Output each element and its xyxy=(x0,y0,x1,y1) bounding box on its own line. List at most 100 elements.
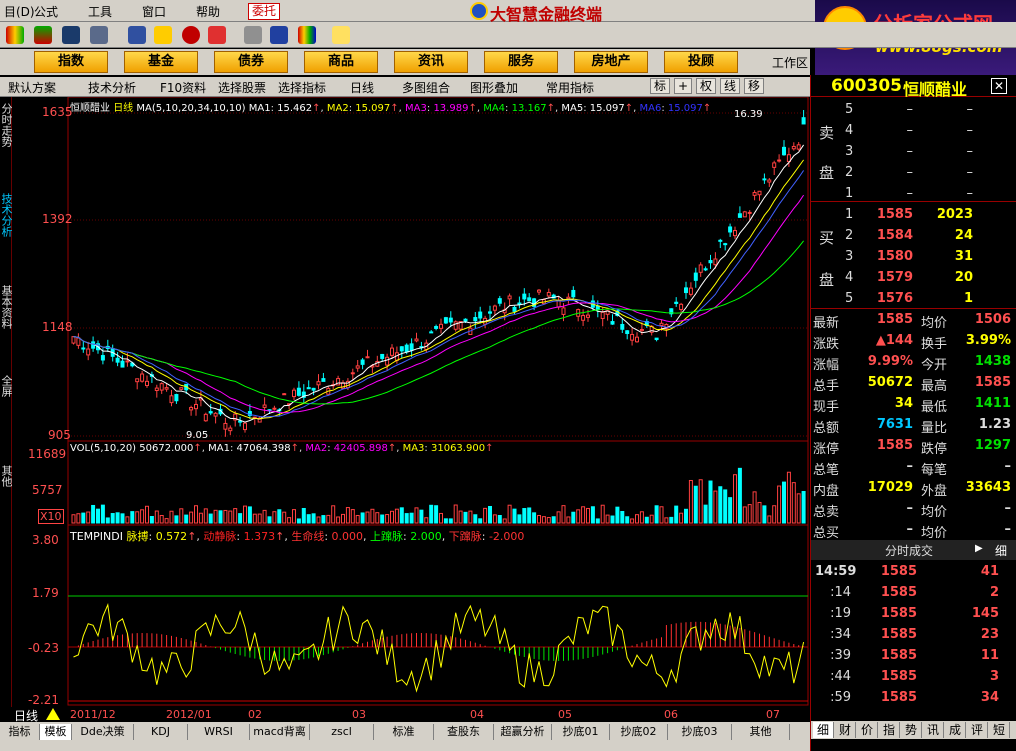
stat-label: 量比 xyxy=(921,421,948,436)
tab-macd[interactable]: macd背离 xyxy=(250,724,310,740)
toggle-move[interactable]: 移 xyxy=(744,78,765,94)
trade-row: :14 1585 2 xyxy=(811,583,1016,604)
volume-bar xyxy=(311,513,316,524)
func-common-indicator[interactable]: 常用指标 xyxy=(546,79,594,96)
work-area-label[interactable]: 工作区 xyxy=(772,54,808,71)
binoculars-icon[interactable] xyxy=(62,26,80,44)
play-icon[interactable]: ▶ xyxy=(975,543,983,554)
side-tab-technical[interactable]: 技术分析 xyxy=(0,193,13,237)
quote-tab[interactable]: 成 xyxy=(945,722,966,738)
quote-tab[interactable]: 评 xyxy=(967,722,988,738)
tools-icon[interactable] xyxy=(90,26,108,44)
quote-tab[interactable]: 短 xyxy=(989,722,1010,738)
quote-tab[interactable]: 势 xyxy=(901,722,922,738)
func-tech-analysis[interactable]: 技术分析 xyxy=(88,79,136,96)
category-button[interactable]: 资讯 xyxy=(394,51,468,73)
candle-body xyxy=(399,346,404,352)
candlestick-chart[interactable] xyxy=(12,97,810,707)
tab-shareholders[interactable]: 查股东 xyxy=(434,724,494,740)
volume-bar xyxy=(718,486,723,524)
chart-icon[interactable] xyxy=(6,26,24,44)
quote-tab[interactable]: 财 xyxy=(835,722,856,738)
crosshair-icon[interactable]: + xyxy=(674,78,693,94)
pen-icon[interactable] xyxy=(208,26,226,44)
func-default-scheme[interactable]: 默认方案 xyxy=(8,79,56,96)
side-tabs: 分时走势 技术分析 基本资料 全屏 其他 xyxy=(0,97,13,722)
category-button[interactable]: 基金 xyxy=(124,51,198,73)
func-select-indicator[interactable]: 选择指标 xyxy=(278,79,326,96)
menu-item[interactable]: 帮助 xyxy=(196,3,220,20)
candle-body xyxy=(659,322,664,326)
category-button[interactable]: 投顾 xyxy=(664,51,738,73)
side-tab-fullscreen[interactable]: 全屏 xyxy=(0,375,13,397)
tab-bottom02[interactable]: 抄底02 xyxy=(610,724,668,740)
window-icon[interactable] xyxy=(270,26,288,44)
trade-time: :34 xyxy=(830,627,851,642)
stat-row: 总买 – 均价 – xyxy=(811,520,1016,541)
func-f10[interactable]: F10资料 xyxy=(160,79,206,96)
category-button[interactable]: 债券 xyxy=(214,51,288,73)
category-button[interactable]: 指数 xyxy=(34,51,108,73)
candle-body xyxy=(782,146,786,156)
category-button[interactable]: 商品 xyxy=(304,51,378,73)
volume-bar xyxy=(341,513,345,524)
quote-tab[interactable]: 细 xyxy=(813,722,834,738)
volume-bar xyxy=(71,514,76,524)
category-button[interactable]: 服务 xyxy=(484,51,558,73)
tab-template[interactable]: 模板 xyxy=(40,724,72,740)
volume-bar xyxy=(301,507,306,524)
ind-line-value: 2.000 xyxy=(410,530,442,543)
ma4-name: MA4 xyxy=(483,103,506,114)
toggle-line[interactable]: 线 xyxy=(720,78,741,94)
flag-icon[interactable] xyxy=(128,26,146,44)
tab-wrsi[interactable]: WRSI xyxy=(188,724,250,740)
volume-bar xyxy=(105,517,110,524)
chart-area[interactable]: 恒顺醋业 日线 MA(5,10,20,34,10,10) MA1: 15.462… xyxy=(12,97,810,707)
print-icon[interactable] xyxy=(244,26,262,44)
tab-other[interactable]: 其他 xyxy=(732,724,790,740)
quote-tab[interactable]: 指 xyxy=(879,722,900,738)
quote-tab[interactable]: 价 xyxy=(857,722,878,738)
volume-bar xyxy=(179,508,184,524)
stat-row: 现手 34 最低 1411 xyxy=(811,394,1016,415)
tab-dde[interactable]: Dde决策 xyxy=(72,724,134,740)
candle-body xyxy=(174,394,179,402)
toggle-rights[interactable]: 权 xyxy=(696,78,717,94)
books-icon[interactable] xyxy=(298,26,316,44)
quote-tab[interactable]: 讯 xyxy=(923,722,944,738)
toggle-mark[interactable]: 标 xyxy=(650,78,671,94)
func-overlay[interactable]: 图形叠加 xyxy=(470,79,518,96)
category-button[interactable]: 房地产 xyxy=(574,51,648,73)
tab-indicator[interactable]: 指标 xyxy=(0,724,40,740)
help-icon[interactable] xyxy=(332,26,350,44)
tab-bottom01[interactable]: 抄底01 xyxy=(552,724,610,740)
side-tab-intraday[interactable]: 分时走势 xyxy=(0,103,13,147)
candle-body xyxy=(228,427,233,432)
volume-bar xyxy=(321,515,326,524)
bid-row: 1 1585 2023 xyxy=(811,205,1016,226)
tab-zscl[interactable]: zscl xyxy=(310,724,374,740)
menu-item[interactable]: 公式 xyxy=(34,3,58,20)
stop-icon[interactable] xyxy=(182,26,200,44)
tab-bottom03[interactable]: 抄底03 xyxy=(668,724,732,740)
candle-body xyxy=(674,301,679,304)
tab-kdj[interactable]: KDJ xyxy=(134,724,188,740)
close-icon[interactable]: ✕ xyxy=(991,78,1007,94)
delegate-button[interactable]: 委托 xyxy=(248,3,280,20)
tab-standard[interactable]: 标准 xyxy=(374,724,434,740)
bars-icon[interactable] xyxy=(34,26,52,44)
candle-body xyxy=(115,357,120,363)
trades-tab[interactable]: 细 xyxy=(995,542,1007,559)
side-tab-other[interactable]: 其他 xyxy=(0,465,13,487)
func-period[interactable]: 日线 xyxy=(350,79,374,96)
menu-item[interactable]: 目(D) xyxy=(4,3,35,20)
trade-volume: 34 xyxy=(980,690,999,705)
tab-super-analysis[interactable]: 超赢分析 xyxy=(494,724,552,740)
side-tab-fundamentals[interactable]: 基本资料 xyxy=(0,285,13,329)
menu-item[interactable]: 窗口 xyxy=(142,3,166,20)
func-multi-chart[interactable]: 多图组合 xyxy=(402,79,450,96)
menu-item[interactable]: 工具 xyxy=(88,3,112,20)
func-select-stock[interactable]: 选择股票 xyxy=(218,79,266,96)
candle-body xyxy=(625,330,630,334)
diamond-icon[interactable] xyxy=(154,26,172,44)
